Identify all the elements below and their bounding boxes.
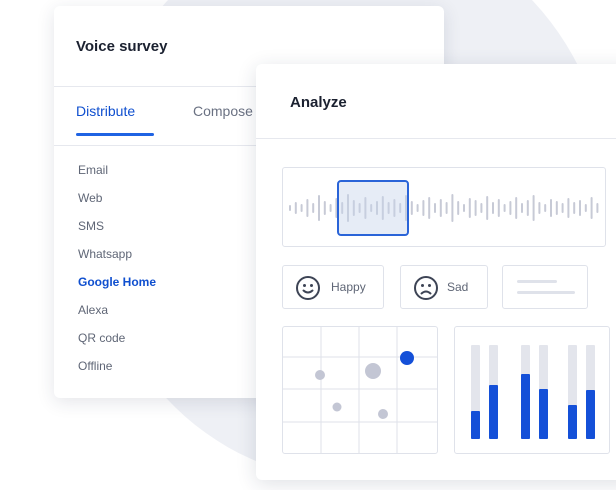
text-lines-icon bbox=[517, 280, 557, 283]
waveform-bar bbox=[596, 203, 599, 213]
sad-sentiment-tag[interactable]: Sad bbox=[400, 265, 488, 309]
waveform-bar bbox=[486, 196, 489, 220]
waveform-bar bbox=[451, 194, 454, 222]
channel-item-sms[interactable]: SMS bbox=[78, 219, 156, 247]
text-summary-tag[interactable] bbox=[502, 265, 588, 309]
waveform-bar bbox=[497, 199, 500, 217]
channel-list: Email Web SMS Whatsapp Google Home Alexa… bbox=[78, 163, 156, 387]
channel-item-google-home[interactable]: Google Home bbox=[78, 275, 156, 303]
scatter-point bbox=[332, 402, 342, 412]
waveform-bar bbox=[480, 203, 483, 213]
bar-chart-graphic bbox=[471, 345, 595, 439]
scatter-point bbox=[315, 370, 325, 380]
text-line bbox=[517, 291, 575, 294]
waveform-bar bbox=[573, 202, 576, 214]
waveform-bar bbox=[300, 204, 303, 212]
waveform-bar bbox=[416, 204, 419, 212]
bar bbox=[586, 390, 595, 439]
bar-chart-thumbnail bbox=[454, 326, 610, 454]
scatter-point bbox=[378, 409, 388, 419]
channel-item-qr-code[interactable]: QR code bbox=[78, 331, 156, 359]
waveform-bar bbox=[492, 202, 494, 214]
waveform-bar bbox=[590, 197, 593, 219]
sad-label: Sad bbox=[447, 280, 469, 294]
waveform-bar bbox=[509, 201, 512, 215]
waveform-bar bbox=[439, 199, 442, 217]
waveform-bar bbox=[306, 199, 309, 217]
audio-waveform-icon bbox=[289, 194, 599, 222]
waveform-bar bbox=[457, 201, 460, 215]
waveform-bar bbox=[526, 200, 529, 216]
waveform-bar bbox=[463, 204, 465, 212]
waveform-bar bbox=[468, 198, 471, 218]
waveform-bar bbox=[555, 201, 558, 215]
waveform-bar bbox=[422, 200, 425, 216]
active-tab-indicator bbox=[76, 133, 154, 136]
smiley-face-icon bbox=[296, 276, 320, 300]
channel-item-email[interactable]: Email bbox=[78, 163, 156, 191]
channel-item-web[interactable]: Web bbox=[78, 191, 156, 219]
scatter-point bbox=[365, 363, 381, 379]
happy-sentiment-tag[interactable]: Happy bbox=[282, 265, 384, 309]
analyze-title: Analyze bbox=[290, 94, 347, 111]
waveform-selection-handle[interactable] bbox=[337, 180, 409, 236]
waveform-bar bbox=[561, 203, 564, 213]
waveform-bar bbox=[584, 204, 587, 212]
waveform-bar bbox=[410, 201, 413, 215]
channel-item-offline[interactable]: Offline bbox=[78, 359, 156, 387]
tab-compose[interactable]: Compose bbox=[193, 103, 253, 119]
scatter-plot-thumbnail bbox=[282, 326, 438, 454]
waveform-bar bbox=[445, 202, 448, 214]
waveform-bar bbox=[567, 198, 570, 218]
waveform-bar bbox=[521, 203, 523, 213]
waveform-bar bbox=[474, 200, 477, 216]
waveform-bar bbox=[544, 204, 547, 212]
waveform-bar bbox=[289, 205, 291, 211]
waveform-bar bbox=[503, 204, 506, 212]
sad-face-icon bbox=[414, 276, 438, 300]
waveform-bar bbox=[294, 202, 297, 214]
waveform-bar bbox=[312, 203, 315, 213]
bar bbox=[521, 374, 530, 439]
waveform-bar bbox=[428, 197, 431, 219]
waveform-bar bbox=[515, 197, 518, 219]
waveform-bar bbox=[550, 199, 552, 217]
waveform-bar bbox=[434, 203, 436, 213]
tab-distribute[interactable]: Distribute bbox=[76, 103, 135, 119]
waveform-bar bbox=[323, 201, 326, 215]
scatter-point-highlight bbox=[400, 351, 414, 365]
analyze-divider bbox=[256, 138, 616, 139]
bar bbox=[471, 411, 480, 439]
analyze-card: Analyze Happy Sad bbox=[256, 64, 616, 480]
bar bbox=[489, 385, 498, 439]
waveform-bar bbox=[538, 202, 541, 214]
waveform-bar bbox=[579, 200, 581, 216]
waveform-panel[interactable] bbox=[282, 167, 606, 247]
survey-title: Voice survey bbox=[76, 38, 168, 55]
scatter-plot-graphic bbox=[283, 327, 437, 453]
app-stage: Voice survey Distribute Compose Email We… bbox=[0, 0, 616, 490]
waveform-bar bbox=[532, 195, 535, 221]
bar bbox=[539, 389, 548, 439]
happy-label: Happy bbox=[331, 280, 366, 294]
channel-item-alexa[interactable]: Alexa bbox=[78, 303, 156, 331]
bar bbox=[568, 405, 577, 439]
waveform-bar bbox=[329, 204, 332, 212]
waveform-bar bbox=[318, 195, 320, 221]
channel-item-whatsapp[interactable]: Whatsapp bbox=[78, 247, 156, 275]
